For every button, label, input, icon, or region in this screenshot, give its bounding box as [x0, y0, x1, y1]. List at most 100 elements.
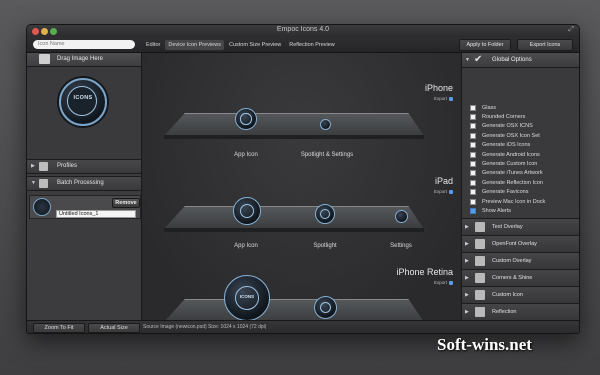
- tab-device-icon-previews[interactable]: Device Icon Previews: [165, 39, 224, 50]
- disclosure-arrow-icon: ▶: [465, 292, 469, 298]
- watermark-text: Soft-wins.net: [437, 335, 532, 354]
- option-checkbox[interactable]: Preview Mac Icon in Dock: [470, 197, 545, 206]
- section-icon: [475, 222, 485, 232]
- checkbox[interactable]: [470, 142, 476, 149]
- app-icon-preview: ICONS: [224, 275, 270, 320]
- image-drop-zone[interactable]: ICONS: [27, 67, 141, 159]
- tab-custom-size-preview[interactable]: Custom Size Preview: [226, 40, 284, 50]
- checkbox[interactable]: [470, 207, 476, 214]
- export-toggle-iphone-retina[interactable]: Export: [434, 280, 453, 285]
- checkbox[interactable]: [470, 104, 476, 111]
- option-label: Generate Favicons: [482, 189, 529, 196]
- disclosure-arrow-icon: ▼: [465, 57, 470, 63]
- app-icon-preview: [235, 108, 257, 130]
- preview-plate: [164, 206, 424, 229]
- option-label: Generate iOS Icons: [482, 142, 531, 149]
- profiles-section[interactable]: ▶ Profiles: [27, 159, 141, 174]
- plate-edge: [164, 135, 424, 139]
- fullscreen-icon[interactable]: ⤢: [568, 26, 574, 34]
- option-checkbox[interactable]: Show Alerts: [470, 206, 511, 215]
- option-checkbox[interactable]: Generate OSX Icon Set: [470, 131, 540, 140]
- checkbox[interactable]: [470, 179, 476, 186]
- export-toggle-ipad[interactable]: Export: [434, 189, 453, 194]
- profiles-label: Profiles: [57, 163, 78, 169]
- export-checkbox[interactable]: [449, 96, 453, 101]
- remove-button[interactable]: Remove: [112, 198, 140, 208]
- preview-label: Spotlight & Settings: [300, 152, 354, 158]
- batch-item-icon: [33, 198, 51, 216]
- preview-label: Settings: [390, 243, 412, 249]
- section-icon: [475, 307, 485, 317]
- batch-item-name-field[interactable]: [56, 210, 136, 218]
- checkbox[interactable]: [470, 151, 476, 158]
- section-custom-overlay[interactable]: ▶ Custom Overlay: [462, 252, 579, 269]
- option-checkbox[interactable]: Generate iTunes Artwork: [470, 169, 543, 178]
- plate-edge: [164, 228, 424, 232]
- disclosure-arrow-icon: ▶: [31, 163, 35, 169]
- checkbox[interactable]: [470, 132, 476, 139]
- section-icon: [475, 273, 485, 283]
- preview-label: Spotlight: [313, 243, 337, 249]
- section-label: Text Overlay: [492, 224, 523, 230]
- option-checkbox[interactable]: Generate Reflection Icon: [470, 178, 543, 187]
- option-checkbox[interactable]: Generate iOS Icons: [470, 141, 530, 150]
- option-checkbox[interactable]: Rounded Corners: [470, 112, 525, 121]
- tab-editor[interactable]: Editor: [143, 40, 163, 50]
- settings-icon-preview: [395, 210, 408, 223]
- disclosure-arrow-icon: ▼: [31, 180, 36, 186]
- option-label: Generate Reflection Icon: [482, 179, 543, 186]
- checkbox[interactable]: [470, 160, 476, 167]
- option-checkbox[interactable]: Glass: [470, 103, 496, 112]
- checkbox[interactable]: [470, 189, 476, 196]
- option-label: Generate OSX Icon Set: [482, 132, 540, 139]
- apply-to-folder-button[interactable]: Apply to Folder: [459, 39, 511, 51]
- global-options-header[interactable]: ▼ ✔ Global Options: [462, 53, 579, 68]
- export-label: Export: [433, 280, 447, 285]
- actual-size-button[interactable]: Actual Size: [88, 323, 140, 333]
- option-label: Show Alerts: [482, 207, 512, 214]
- icon-inner-ring: [67, 86, 97, 116]
- spotlight-icon-preview: [314, 296, 337, 319]
- batch-processing-section[interactable]: ▼ Batch Processing: [27, 176, 141, 191]
- section-icon: [475, 256, 485, 266]
- section-icon: [475, 239, 485, 249]
- checkbox[interactable]: [470, 113, 476, 120]
- option-label: Generate OSX ICNS: [482, 123, 533, 130]
- app-icon-preview: [233, 197, 261, 225]
- global-options-label: Global Options: [492, 57, 532, 63]
- section-corners-shine[interactable]: ▶ Corners & Shine: [462, 269, 579, 286]
- status-text: Source Image (newicon.psd) Size: 1024 x …: [143, 324, 267, 330]
- zoom-to-fit-button[interactable]: Zoom To Fit: [33, 323, 85, 333]
- preview-label: App Icon: [234, 243, 258, 249]
- option-checkbox[interactable]: Generate Android Icons: [470, 150, 540, 159]
- export-checkbox[interactable]: [449, 280, 453, 285]
- drag-image-header: Drag Image Here: [27, 53, 141, 67]
- disclosure-arrow-icon: ▶: [465, 309, 469, 315]
- app-window: Empoc Icons 4.0 ⤢ Editor Device Icon Pre…: [26, 24, 580, 334]
- preview-plate: [164, 113, 424, 136]
- section-icon: [475, 290, 485, 300]
- option-checkbox[interactable]: Generate Custom Icon: [470, 159, 537, 168]
- view-tabs: Editor Device Icon Previews Custom Size …: [143, 39, 338, 50]
- checkbox[interactable]: [470, 170, 476, 177]
- section-label: Custom Overlay: [492, 258, 532, 264]
- section-custom-icon[interactable]: ▶ Custom Icon: [462, 286, 579, 303]
- section-reflection[interactable]: ▶ Reflection: [462, 303, 579, 320]
- section-label: Corners & Shine: [492, 275, 533, 281]
- tab-reflection-preview[interactable]: Reflection Preview: [286, 40, 338, 50]
- icon-text: ICONS: [239, 294, 255, 300]
- batch-icon: [39, 179, 48, 188]
- spotlight-icon-preview: [315, 204, 335, 224]
- export-toggle-iphone[interactable]: Export: [434, 96, 453, 101]
- option-checkbox[interactable]: Generate Favicons: [470, 188, 528, 197]
- export-icons-button[interactable]: Export Icons: [517, 39, 573, 51]
- icon-name-input[interactable]: [33, 39, 135, 49]
- export-checkbox[interactable]: [449, 189, 453, 194]
- section-text-overlay[interactable]: ▶ Text Overlay: [462, 218, 579, 235]
- section-openfont-overlay[interactable]: ▶ OpenFont Overlay: [462, 235, 579, 252]
- checkbox[interactable]: [470, 198, 476, 205]
- option-label: Generate Android Icons: [482, 151, 540, 158]
- checkbox[interactable]: [470, 123, 476, 130]
- option-checkbox[interactable]: Generate OSX ICNS: [470, 122, 533, 131]
- device-previews-canvas: iPhone Export App Icon Spotlight & Setti…: [142, 53, 461, 320]
